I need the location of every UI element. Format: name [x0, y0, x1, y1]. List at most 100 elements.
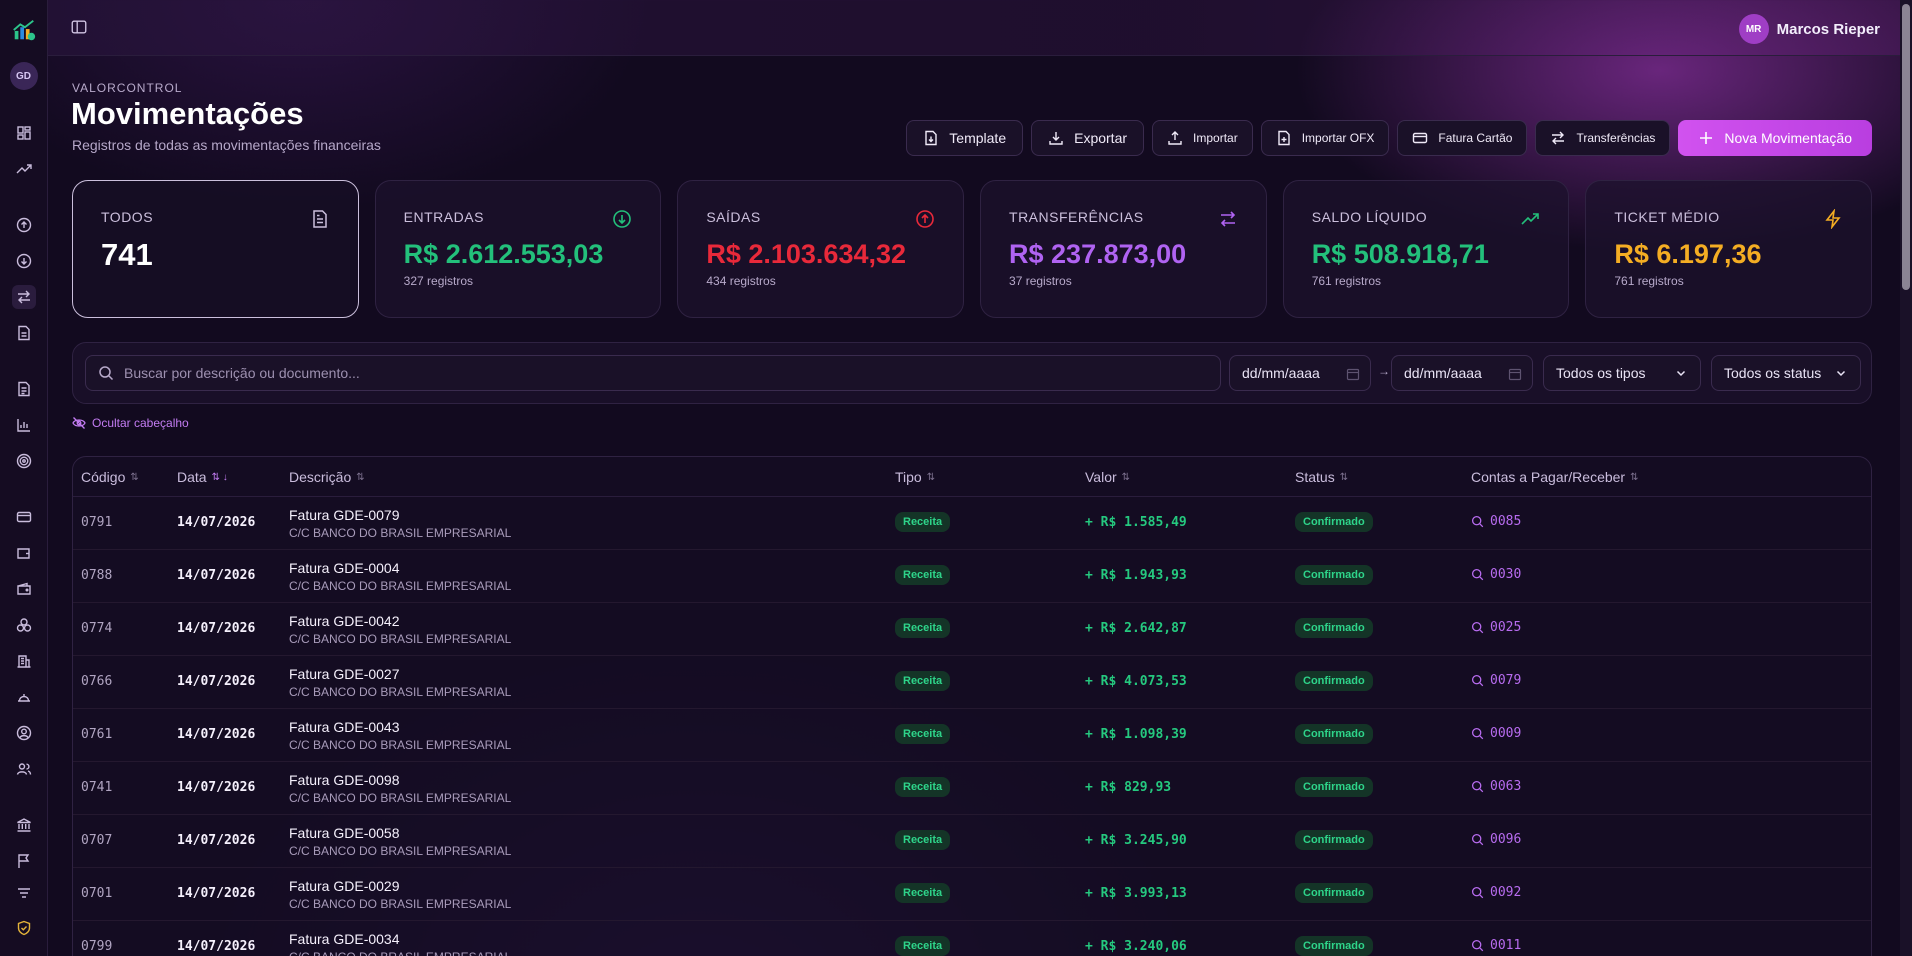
- row-linked-account-link[interactable]: 0085: [1471, 514, 1521, 529]
- building-icon[interactable]: [12, 649, 36, 673]
- search-box[interactable]: [85, 355, 1221, 391]
- transfers-button[interactable]: Transferências: [1535, 120, 1671, 156]
- row-linked-account-link[interactable]: 0011: [1471, 938, 1521, 953]
- scrollbar-thumb[interactable]: [1902, 4, 1910, 290]
- stat-card-saidas[interactable]: SAÍDAS R$ 2.103.634,32 434 registros: [677, 180, 965, 318]
- date-to-input[interactable]: dd/mm/aaaa: [1391, 355, 1533, 391]
- table-row[interactable]: 0791 14/07/2026 Fatura GDE-0079 C/C BANC…: [73, 497, 1871, 550]
- page-scrollbar[interactable]: [1900, 0, 1912, 956]
- type-select[interactable]: Todos os tipos: [1543, 355, 1701, 391]
- sidebar-toggle-icon[interactable]: [70, 18, 90, 38]
- status-badge: Confirmado: [1295, 618, 1373, 638]
- column-header-contas[interactable]: Contas a Pagar/Receber ⇅: [1471, 469, 1638, 485]
- transfer-icon[interactable]: [12, 285, 36, 309]
- stat-value: R$ 6.197,36: [1614, 239, 1762, 269]
- search-input[interactable]: [124, 365, 1204, 381]
- row-description: Fatura GDE-0029 C/C BANCO DO BRASIL EMPR…: [289, 878, 511, 911]
- row-description-title: Fatura GDE-0058: [289, 825, 400, 841]
- hide-header-link[interactable]: Ocultar cabeçalho: [72, 416, 189, 430]
- row-linked-account: 0030: [1490, 567, 1522, 582]
- search-icon: [1471, 674, 1484, 687]
- table-row[interactable]: 0799 14/07/2026 Fatura GDE-0034 C/C BANC…: [73, 921, 1871, 956]
- search-icon: [1471, 621, 1484, 634]
- new-transaction-button[interactable]: Nova Movimentação: [1678, 120, 1872, 156]
- document-icon[interactable]: [12, 321, 36, 345]
- template-button[interactable]: Template: [906, 120, 1024, 156]
- calendar-icon[interactable]: [1346, 367, 1360, 381]
- bank-icon[interactable]: [12, 813, 36, 837]
- download-icon: [1049, 132, 1063, 145]
- stat-card-saldo[interactable]: SALDO LÍQUIDO R$ 508.918,71 761 registro…: [1282, 180, 1570, 318]
- stat-label: ENTRADAS: [403, 209, 484, 225]
- column-header-tipo[interactable]: Tipo ⇅: [895, 469, 935, 485]
- import-ofx-button[interactable]: Importar OFX: [1260, 120, 1390, 156]
- stat-card-entradas[interactable]: ENTRADAS R$ 2.612.553,03 327 registros: [374, 180, 662, 318]
- users-icon[interactable]: [12, 757, 36, 781]
- stat-card-transferencias[interactable]: TRANSFERÊNCIAS R$ 237.873,00 37 registro…: [980, 180, 1267, 318]
- row-type: Receita: [895, 724, 951, 744]
- status-badge: Confirmado: [1295, 777, 1373, 797]
- shield-icon[interactable]: [12, 916, 36, 940]
- dashboard-icon[interactable]: [12, 121, 36, 145]
- sort-active-icon: ⇅ ↓: [211, 471, 228, 483]
- target-icon[interactable]: [12, 449, 36, 473]
- table-header: Código ⇅ Data ⇅ ↓ Descrição ⇅ Tipo ⇅ Valor ⇅ …: [73, 457, 1871, 497]
- search-icon: [1471, 780, 1484, 793]
- row-date: 14/07/2026: [177, 886, 256, 901]
- user-menu[interactable]: MR Marcos Rieper: [1738, 14, 1880, 44]
- coins-icon[interactable]: [12, 613, 36, 637]
- arrow-down-circle-icon[interactable]: [12, 249, 36, 273]
- table-row[interactable]: 0761 14/07/2026 Fatura GDE-0043 C/C BANC…: [73, 709, 1871, 762]
- row-status: Confirmado: [1295, 512, 1373, 532]
- column-header-descricao[interactable]: Descrição ⇅: [289, 469, 365, 485]
- row-linked-account-link[interactable]: 0063: [1471, 779, 1521, 794]
- export-button[interactable]: Exportar: [1031, 120, 1145, 156]
- stat-count: 327 registros: [403, 274, 474, 288]
- status-badge: Confirmado: [1295, 724, 1373, 744]
- arrow-up-circle-icon[interactable]: [12, 213, 36, 237]
- row-linked-account-link[interactable]: 0030: [1471, 567, 1521, 582]
- table-row[interactable]: 0707 14/07/2026 Fatura GDE-0058 C/C BANC…: [73, 815, 1871, 868]
- column-header-data[interactable]: Data ⇅ ↓: [177, 469, 228, 485]
- user-circle-icon[interactable]: [12, 721, 36, 745]
- row-linked-account-link[interactable]: 0025: [1471, 620, 1521, 635]
- file-icon[interactable]: [12, 377, 36, 401]
- filter-icon[interactable]: [12, 885, 36, 899]
- row-code: 0707: [81, 833, 113, 848]
- app-logo-icon[interactable]: [10, 16, 38, 44]
- table-row[interactable]: 0766 14/07/2026 Fatura GDE-0027 C/C BANC…: [73, 656, 1871, 709]
- status-select[interactable]: Todos os status: [1711, 355, 1861, 391]
- column-header-status[interactable]: Status ⇅: [1295, 469, 1348, 485]
- hat-icon[interactable]: [12, 685, 36, 709]
- date-from-input[interactable]: dd/mm/aaaa: [1229, 355, 1371, 391]
- row-description-title: Fatura GDE-0027: [289, 666, 400, 682]
- column-header-valor[interactable]: Valor ⇅: [1085, 469, 1130, 485]
- row-linked-account: 0092: [1490, 885, 1522, 900]
- bar-chart-icon[interactable]: [12, 413, 36, 437]
- row-linked-account-link[interactable]: 0079: [1471, 673, 1521, 688]
- row-linked-account-link[interactable]: 0009: [1471, 726, 1521, 741]
- stat-card-ticket[interactable]: TICKET MÉDIO R$ 6.197,36 761 registros: [1585, 180, 1873, 318]
- flag-icon[interactable]: [12, 849, 36, 873]
- calendar-icon[interactable]: [1508, 367, 1522, 381]
- stat-card-todos[interactable]: TODOS 741: [72, 180, 359, 318]
- row-code: 0701: [81, 886, 113, 901]
- row-linked-account: 0011: [1490, 938, 1522, 953]
- status-badge: Confirmado: [1295, 936, 1373, 956]
- row-linked-account-link[interactable]: 0096: [1471, 832, 1521, 847]
- import-button[interactable]: Importar: [1152, 120, 1253, 156]
- workspace-avatar[interactable]: GD: [9, 62, 38, 90]
- table-row[interactable]: 0701 14/07/2026 Fatura GDE-0029 C/C BANC…: [73, 868, 1871, 921]
- wallet-icon[interactable]: [12, 541, 36, 565]
- table-row[interactable]: 0774 14/07/2026 Fatura GDE-0042 C/C BANC…: [73, 603, 1871, 656]
- type-badge: Receita: [895, 777, 951, 797]
- credit-card-icon[interactable]: [12, 505, 36, 529]
- trending-up-icon[interactable]: [12, 157, 36, 181]
- table-row[interactable]: 0788 14/07/2026 Fatura GDE-0004 C/C BANC…: [73, 550, 1871, 603]
- card-invoice-button[interactable]: Fatura Cartão: [1397, 120, 1528, 156]
- table-row[interactable]: 0741 14/07/2026 Fatura GDE-0098 C/C BANC…: [73, 762, 1871, 815]
- row-description-title: Fatura GDE-0004: [289, 560, 400, 576]
- row-linked-account-link[interactable]: 0092: [1471, 885, 1521, 900]
- wallet-alt-icon[interactable]: [12, 577, 36, 601]
- column-header-codigo[interactable]: Código ⇅: [81, 469, 139, 485]
